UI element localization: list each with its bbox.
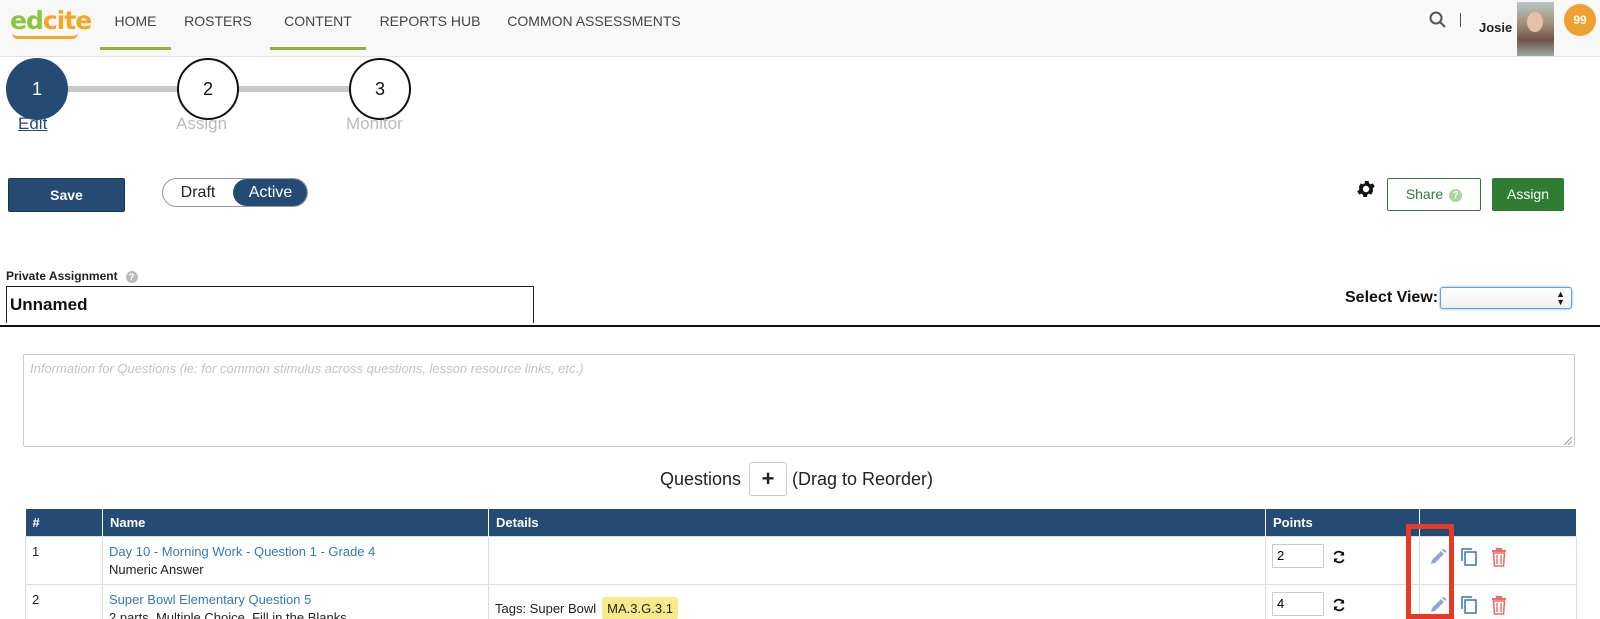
nav-common-assessments[interactable]: COMMON ASSESSMENTS	[504, 0, 684, 50]
nav-rosters[interactable]: ROSTERS	[178, 0, 258, 50]
share-button[interactable]: Share?	[1387, 178, 1481, 211]
question-info-textarea[interactable]: Information for Questions (ie: for commo…	[23, 354, 1575, 447]
select-view-label: Select View:	[1345, 289, 1439, 306]
col-header-points: Points	[1265, 509, 1420, 536]
step-1-label[interactable]: Edit	[18, 114, 47, 134]
edcite-logo[interactable]: edcite	[10, 6, 92, 35]
step-3-label[interactable]: Monitor	[346, 114, 403, 134]
row-details-cell: Tags: Super Bowl MA.3.G.3.1	[488, 583, 1266, 619]
refresh-icon[interactable]	[1332, 550, 1346, 564]
gear-icon[interactable]	[1355, 178, 1377, 200]
step-2-label[interactable]: Assign	[176, 114, 227, 134]
avatar[interactable]	[1517, 2, 1554, 56]
save-button[interactable]: Save	[8, 178, 125, 212]
row-points-cell	[1265, 535, 1420, 585]
tags-label: Tags: Super Bowl	[495, 600, 597, 616]
logo-text-cite: cite	[42, 6, 92, 35]
logo-swoosh	[12, 33, 78, 39]
copy-icon[interactable]	[1460, 547, 1478, 567]
privacy-help-icon[interactable]: ?	[125, 271, 138, 283]
avatar-face	[1527, 12, 1543, 32]
refresh-icon[interactable]	[1332, 598, 1346, 612]
question-type: 2 parts, Multiple Choice, Fill in the Bl…	[109, 609, 347, 619]
search-icon[interactable]	[1428, 10, 1448, 30]
resize-handle-icon[interactable]	[1564, 437, 1572, 445]
reorder-hint: (Drag to Reorder)	[792, 469, 934, 489]
section-divider	[0, 325, 1600, 327]
trash-icon[interactable]	[1490, 547, 1508, 567]
toggle-active-option[interactable]: Active	[233, 179, 307, 206]
step-2-circle[interactable]: 2	[177, 58, 239, 120]
stepper-connector-1	[66, 86, 178, 92]
privacy-label-text: Private Assignment	[6, 269, 118, 283]
col-header-name: Name	[102, 509, 489, 536]
logo-text-ed: ed	[10, 6, 44, 35]
assign-button[interactable]: Assign	[1492, 178, 1564, 211]
nav-content[interactable]: CONTENT	[270, 0, 366, 50]
nav-home[interactable]: HOME	[100, 0, 171, 50]
nav-divider	[1460, 13, 1461, 27]
points-input[interactable]	[1272, 591, 1324, 616]
col-header-number: #	[25, 509, 103, 536]
col-header-details: Details	[488, 509, 1266, 536]
share-label: Share	[1405, 186, 1444, 202]
standard-tag[interactable]: MA.3.G.3.1	[602, 596, 678, 619]
trash-icon[interactable]	[1490, 595, 1508, 615]
questions-table: # Name Details Points 1 Day 10 - Morning…	[25, 509, 1577, 619]
draft-active-toggle[interactable]: Draft Active	[162, 178, 308, 207]
question-name-link[interactable]: Super Bowl Elementary Question 5	[109, 592, 482, 607]
question-type: Numeric Answer	[109, 561, 204, 577]
annotation-highlight-box	[1406, 524, 1454, 619]
row-details-cell	[488, 535, 1266, 585]
add-question-button[interactable]: +	[749, 462, 787, 496]
table-row[interactable]: 1 Day 10 - Morning Work - Question 1 - G…	[25, 535, 1577, 585]
top-navbar: edcite HOME ROSTERS CONTENT REPORTS HUB …	[0, 0, 1600, 57]
copy-icon[interactable]	[1460, 595, 1478, 615]
share-help-icon[interactable]: ?	[1449, 189, 1463, 202]
select-arrows-icon: ▲ ▼	[1556, 289, 1565, 307]
table-row[interactable]: 2 Super Bowl Elementary Question 5 2 par…	[25, 583, 1577, 619]
row-name-cell: Super Bowl Elementary Question 5 2 parts…	[102, 583, 489, 619]
user-name[interactable]: Josie	[1479, 20, 1512, 35]
table-header-row: # Name Details Points	[25, 509, 1577, 536]
questions-title: Questions	[660, 469, 742, 489]
assignment-name-input[interactable]	[6, 286, 534, 323]
row-name-cell: Day 10 - Morning Work - Question 1 - Gra…	[102, 535, 489, 585]
step-3-circle[interactable]: 3	[349, 58, 411, 120]
row-number: 1	[25, 535, 103, 585]
privacy-label: Private Assignment?	[6, 269, 138, 283]
points-input[interactable]	[1272, 543, 1324, 568]
points-badge[interactable]: 99	[1564, 4, 1596, 36]
step-1-circle[interactable]: 1	[6, 58, 68, 120]
row-number: 2	[25, 583, 103, 619]
nav-reports-hub[interactable]: REPORTS HUB	[374, 0, 486, 50]
row-points-cell	[1265, 583, 1420, 619]
toggle-draft-option[interactable]: Draft	[163, 179, 233, 206]
question-name-link[interactable]: Day 10 - Morning Work - Question 1 - Gra…	[109, 544, 482, 559]
stepper-connector-2	[236, 86, 350, 92]
select-view-dropdown[interactable]: ▲ ▼	[1440, 287, 1572, 309]
